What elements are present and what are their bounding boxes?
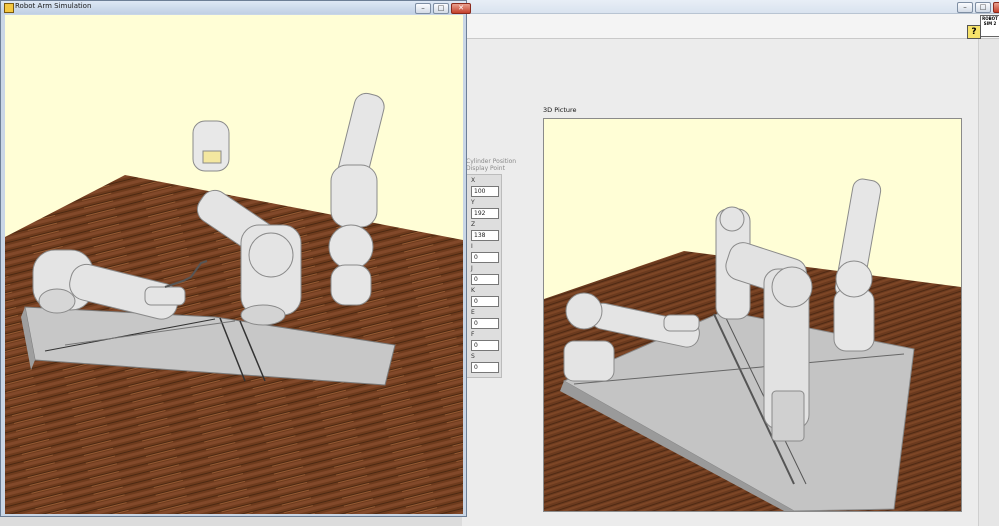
app-icon	[4, 3, 14, 13]
control-field-4[interactable]: 0	[471, 274, 499, 285]
3d-picture-control[interactable]	[543, 118, 962, 512]
control-field-6[interactable]: 0	[471, 318, 499, 329]
vertical-scrollbar[interactable]	[978, 39, 999, 526]
control-label-8: S	[471, 353, 475, 360]
main-window-toolbar	[462, 14, 999, 39]
controls-header-line1: Cylinder Position	[466, 158, 517, 165]
control-label-6: E	[471, 309, 475, 316]
3d-scene-main	[5, 15, 463, 514]
control-field-3[interactable]: 0	[471, 252, 499, 263]
picture-label: 3D Picture	[543, 106, 577, 114]
main-window-controls: – □ ✕	[957, 2, 999, 13]
control-field-5[interactable]: 0	[471, 296, 499, 307]
sim-close-button[interactable]: ✕	[451, 3, 471, 14]
vi-icon: ROBOT SIM 2	[980, 15, 999, 37]
robot-arm-back	[192, 120, 230, 172]
help-button[interactable]: ?	[967, 25, 981, 39]
control-label-0: X	[471, 177, 476, 184]
3d-scene-right	[544, 119, 961, 511]
main-window-titlebar	[462, 0, 999, 14]
control-label-1: Y	[471, 199, 475, 206]
control-label-5: K	[471, 287, 475, 294]
control-field-7[interactable]: 0	[471, 340, 499, 351]
control-field-0[interactable]: 100	[471, 186, 499, 197]
control-field-8[interactable]: 0	[471, 362, 499, 373]
control-label-7: F	[471, 331, 475, 338]
simulation-window-controls: – □ ✕	[415, 3, 471, 14]
sim-maximize-button[interactable]: □	[433, 3, 449, 14]
simulation-titlebar[interactable]: Robot Arm Simulation	[1, 1, 466, 14]
simulation-window: Robot Arm Simulation – □ ✕	[0, 0, 471, 517]
control-label-2: Z	[471, 221, 476, 228]
sim-minimize-button[interactable]: –	[415, 3, 431, 14]
control-field-1[interactable]: 192	[471, 208, 499, 219]
simulation-viewport[interactable]	[5, 15, 463, 514]
control-label-4: J	[471, 265, 473, 272]
main-minimize-button[interactable]: –	[957, 2, 973, 13]
main-close-button[interactable]: ✕	[993, 2, 999, 13]
controls-header: Cylinder Position Display Point	[466, 158, 516, 172]
controls-header-line2: Display Point	[466, 165, 505, 172]
simulation-title: Robot Arm Simulation	[15, 2, 92, 10]
control-field-2[interactable]: 138	[471, 230, 499, 241]
control-label-3: I	[471, 243, 473, 250]
main-maximize-button[interactable]: □	[975, 2, 991, 13]
